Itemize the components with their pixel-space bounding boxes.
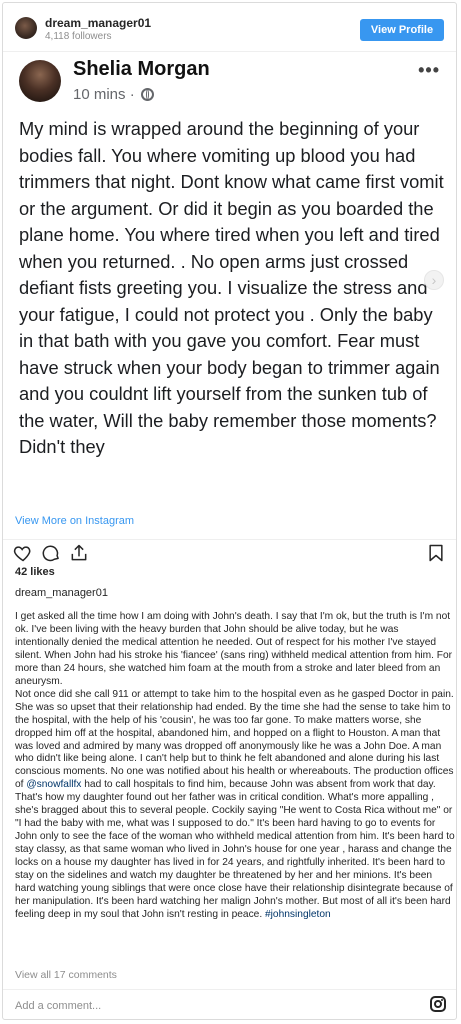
hashtag-link[interactable]: #johnsingleton [265, 909, 331, 920]
more-dots-icon: ••• [418, 60, 440, 80]
comment-icon[interactable] [41, 543, 61, 563]
instagram-logo-icon[interactable] [430, 996, 446, 1012]
embed-header: dream_manager01 4,118 followers View Pro… [3, 3, 456, 51]
globe-icon [140, 88, 154, 101]
post-timestamp: 10 mins · [73, 86, 154, 103]
add-comment-bar: Add a comment... [3, 989, 456, 1020]
author-avatar [19, 60, 61, 102]
view-more-on-instagram-link[interactable]: View More on Instagram [15, 515, 134, 527]
profile-avatar[interactable] [15, 17, 37, 39]
bookmark-icon[interactable] [426, 543, 446, 563]
author-name: Shelia Morgan [73, 58, 210, 80]
mention-link[interactable]: @snowfallfx [26, 779, 81, 790]
view-profile-button[interactable]: View Profile [360, 19, 444, 41]
caption-body-part-1: I get asked all the time how I am doing … [15, 611, 454, 791]
add-comment-input[interactable]: Add a comment... [15, 1000, 101, 1012]
heart-icon[interactable] [13, 543, 33, 563]
profile-username[interactable]: dream_manager01 [45, 16, 151, 30]
likes-count[interactable]: 42 likes [15, 566, 55, 578]
view-all-comments-link[interactable]: View all 17 comments [15, 969, 117, 981]
post-body-text: My mind is wrapped around the beginning … [19, 118, 444, 457]
chevron-right-icon[interactable]: › [424, 270, 444, 290]
caption-text: I get asked all the time how I am doing … [15, 611, 455, 922]
caption-body-part-2: had to call hospitals to find him, becau… [15, 779, 455, 920]
action-bar [3, 539, 456, 564]
caption-username[interactable]: dream_manager01 [15, 587, 108, 599]
followers-count: 4,118 followers [45, 31, 112, 42]
instagram-embed: dream_manager01 4,118 followers View Pro… [2, 2, 457, 1020]
share-icon[interactable] [69, 543, 89, 563]
post-time-text: 10 mins · [73, 86, 135, 103]
post-image[interactable]: Shelia Morgan 10 mins · ••• My mind is w… [3, 51, 456, 532]
